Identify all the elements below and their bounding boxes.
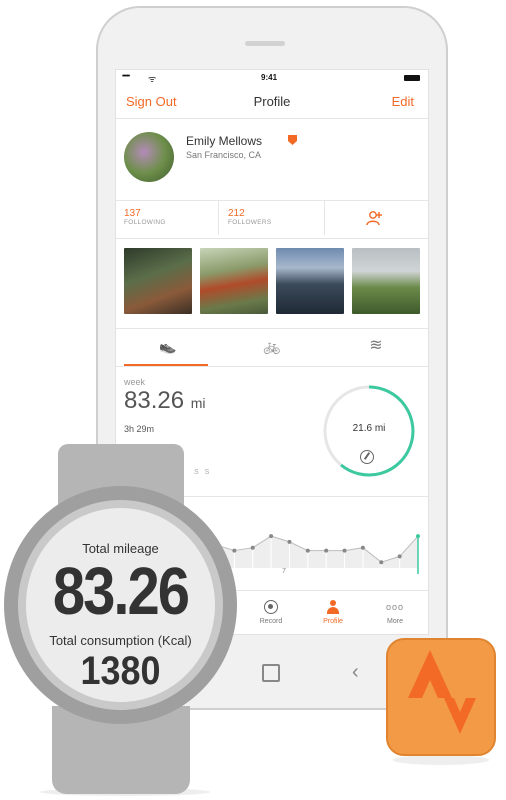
chart-point <box>287 539 292 544</box>
forest-trail-photo[interactable] <box>124 248 192 314</box>
strava-logo-icon <box>408 650 476 734</box>
profile-location: San Francisco, CA <box>186 150 262 160</box>
tabs-bottom-divider <box>116 366 428 367</box>
chart-point <box>269 534 274 539</box>
following-label: FOLLOWING <box>124 219 166 226</box>
strava-app-icon[interactable] <box>386 638 496 756</box>
following-stat[interactable]: 137 FOLLOWING <box>124 208 166 226</box>
followers-count: 212 <box>228 208 245 219</box>
following-count: 137 <box>124 208 141 219</box>
chart-point <box>360 545 365 550</box>
status-time: 9:41 <box>261 73 278 82</box>
shoe-icon: 👟 <box>159 338 177 354</box>
chart-point <box>305 548 310 553</box>
week-distance-value: 83.26 <box>124 387 185 414</box>
add-friend-icon[interactable] <box>366 210 384 226</box>
period-label: week <box>124 377 146 387</box>
compass-icon[interactable] <box>360 450 374 464</box>
recent-apps-button[interactable] <box>262 664 280 682</box>
week-distance: 83.26 mi <box>124 387 206 415</box>
page-title: Profile <box>253 94 291 109</box>
nav-divider <box>116 118 428 119</box>
tab-record-label: Record <box>259 618 283 625</box>
profile-name: Emily Mellows <box>186 134 263 148</box>
chart-point <box>232 548 237 553</box>
tab-more-label: More <box>387 618 403 625</box>
more-icon: ooo <box>385 602 405 612</box>
chart-area <box>216 536 418 568</box>
week-distance-unit: mi <box>190 395 206 411</box>
swim-icon: ≋ <box>369 337 383 354</box>
tab-more[interactable]: ooo More <box>365 600 425 625</box>
green-hills-photo[interactable] <box>352 248 420 314</box>
record-icon <box>264 600 278 614</box>
day-initials: S S <box>194 469 212 476</box>
edit-button[interactable]: Edit <box>392 94 414 109</box>
tab-run[interactable]: 👟 <box>116 328 220 364</box>
tab-swim[interactable]: ≋ <box>324 328 428 364</box>
profile-icon <box>326 600 340 614</box>
week-duration: 3h 29m <box>124 424 155 434</box>
tab-profile[interactable]: Profile <box>303 600 363 625</box>
chart-point <box>379 560 384 565</box>
phone-speaker <box>245 41 285 46</box>
tab-ride[interactable]: 🚲 <box>220 328 324 364</box>
runner-legs-photo[interactable] <box>200 248 268 314</box>
chart-point <box>324 548 329 553</box>
chart-point <box>250 545 255 550</box>
back-button[interactable]: ‹ <box>352 661 359 684</box>
stat-divider <box>324 201 325 235</box>
signal-icon: ••••• <box>122 73 130 80</box>
followers-label: FOLLOWERS <box>228 219 272 226</box>
wifi-icon: ᯤ <box>148 74 157 84</box>
shield-icon <box>288 135 297 145</box>
tab-record[interactable]: Record <box>241 600 301 625</box>
watch-mileage-value: 83.26 <box>52 554 190 629</box>
chart-x-label: 7 <box>282 568 286 575</box>
chart-point <box>342 548 347 553</box>
ring-value: 21.6 mi <box>352 423 386 434</box>
stats-divider <box>116 238 428 239</box>
chart-point <box>397 554 402 559</box>
battery-icon <box>404 75 420 81</box>
followers-stat[interactable]: 212 FOLLOWERS <box>228 208 272 226</box>
lake-landscape-photo[interactable] <box>276 248 344 314</box>
profile-divider <box>116 200 428 201</box>
bike-icon: 🚲 <box>263 338 281 354</box>
tab-profile-label: Profile <box>323 618 343 625</box>
stat-divider <box>218 201 219 235</box>
watch-consumption-label: Total consumption (Kcal) <box>49 633 192 648</box>
avatar[interactable] <box>124 132 174 182</box>
watch-kcal-value: 1380 <box>80 647 161 693</box>
